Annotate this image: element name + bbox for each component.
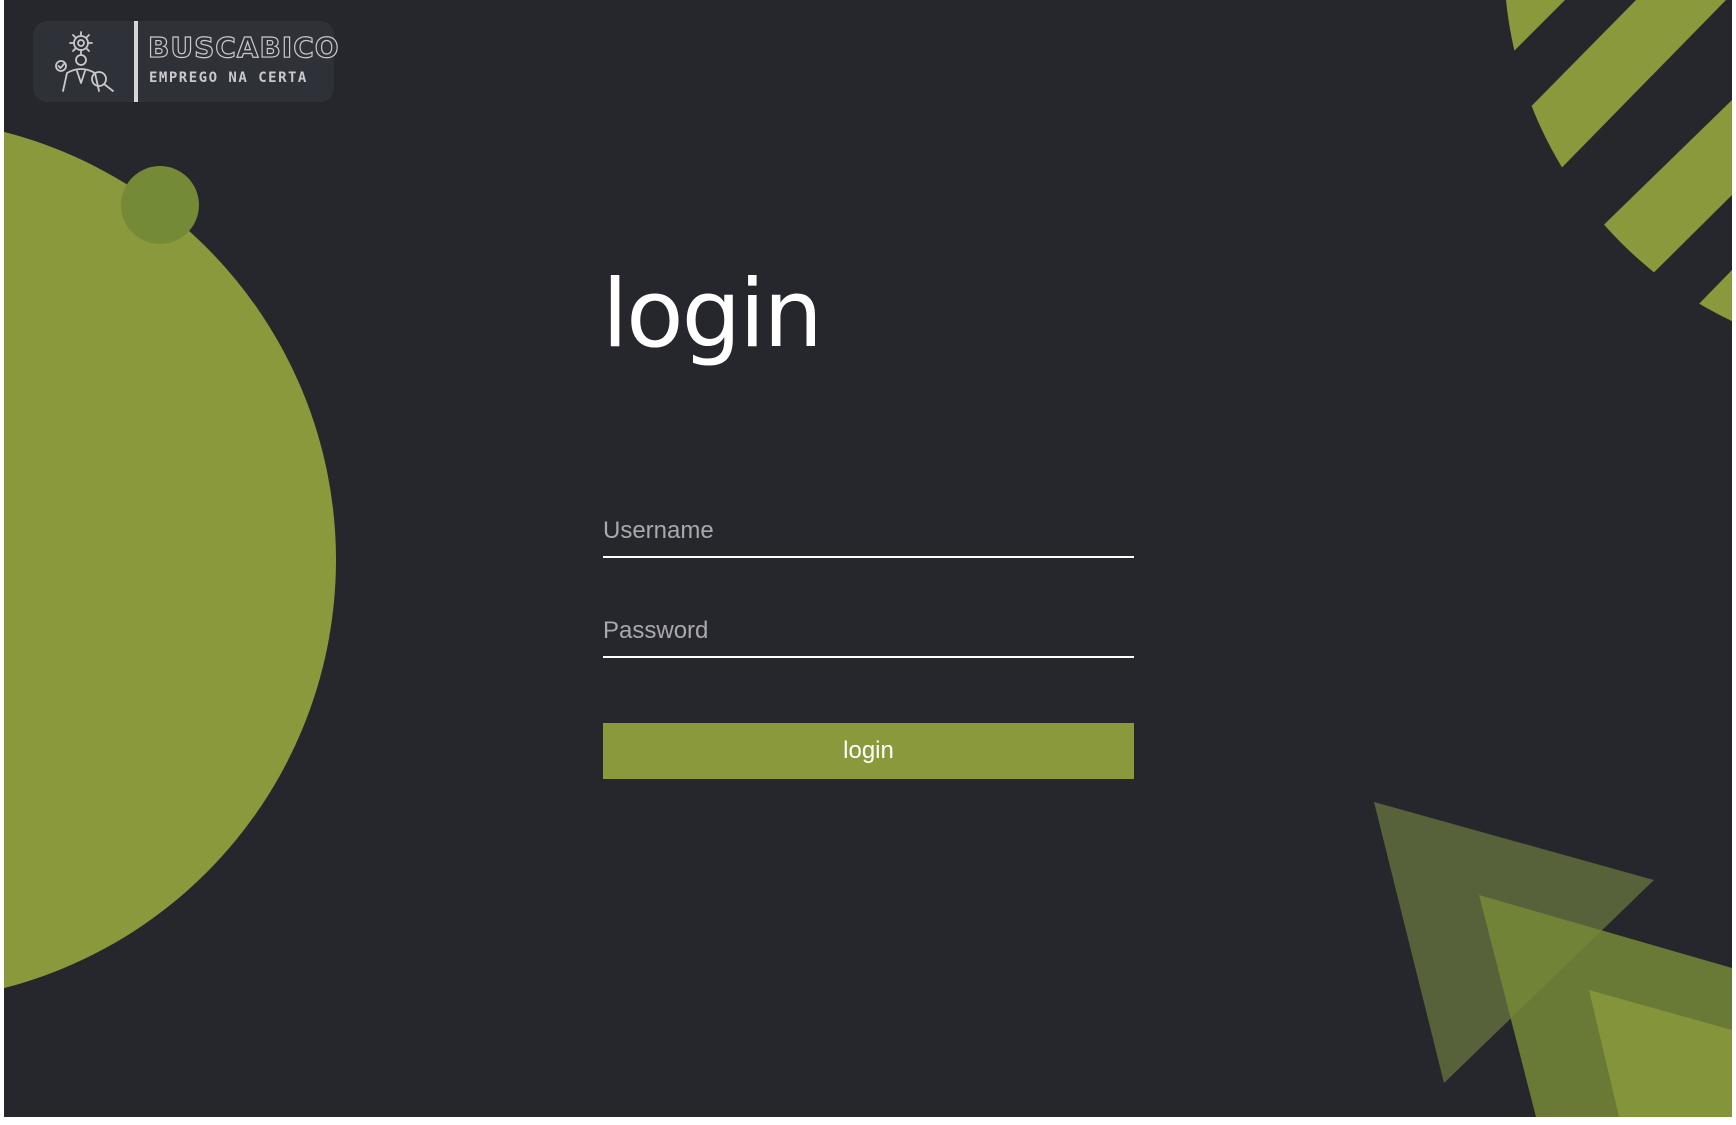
- logo-divider: [134, 21, 138, 102]
- username-input[interactable]: [603, 514, 1134, 548]
- brand-name: BUSCABICO: [147, 31, 340, 64]
- username-field: [603, 500, 1134, 558]
- password-input[interactable]: [603, 614, 1134, 648]
- login-button[interactable]: login: [603, 723, 1134, 779]
- brand-tagline: EMPREGO NA CERTA: [149, 70, 308, 86]
- login-heading: login: [602, 260, 823, 369]
- striped-quarter-circle: [1504, 0, 1732, 360]
- job-seeker-magnifier-icon: [55, 31, 114, 92]
- small-circle: [121, 166, 199, 244]
- password-field: [603, 600, 1134, 658]
- brand-logo: BUSCABICO EMPREGO NA CERTA: [33, 21, 339, 102]
- login-page: BUSCABICO EMPREGO NA CERTA login login: [4, 0, 1732, 1117]
- background-decoration: [4, 0, 1732, 1117]
- left-half-circle: [4, 132, 336, 988]
